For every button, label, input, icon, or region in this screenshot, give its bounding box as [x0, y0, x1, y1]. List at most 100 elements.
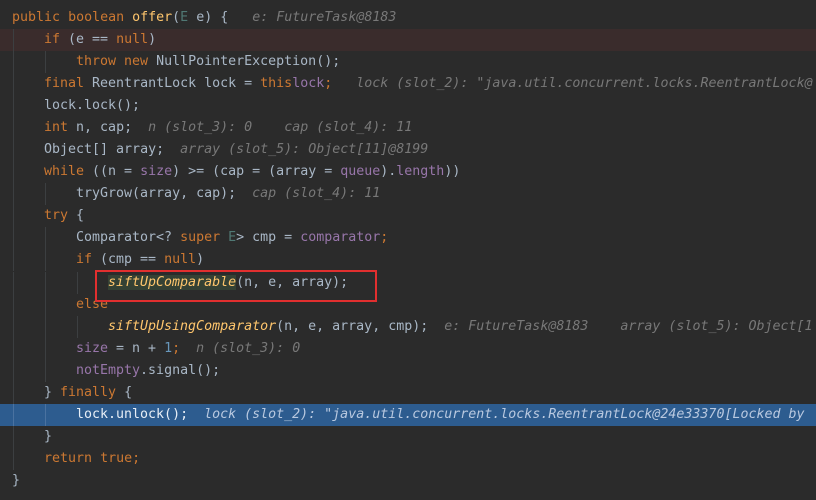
code-text: } — [12, 473, 21, 488]
keyword: final — [44, 76, 85, 91]
keyword: this — [260, 76, 293, 91]
code-line-18[interactable]: } finally { — [0, 382, 816, 404]
code-line-12[interactable]: if (cmp == null) — [0, 249, 816, 271]
indent-guide — [13, 249, 14, 271]
keyword: throw — [76, 54, 117, 69]
code-text: Comparator<? super E> cmp = comparator; — [76, 227, 388, 249]
code-line-17[interactable]: notEmpty.signal(); — [0, 360, 816, 382]
code-line-20[interactable]: } — [0, 426, 816, 448]
code-text: ). — [380, 164, 397, 179]
method-call[interactable]: siftUpUsingComparator — [108, 319, 276, 334]
code-text: ReentrantLock lock = — [84, 76, 261, 91]
type-param: E — [228, 230, 237, 245]
code-text: (e == — [60, 32, 117, 47]
indent-guide — [13, 316, 14, 338]
keyword: public — [12, 10, 61, 25]
code-text: if (cmp == null) — [76, 249, 204, 271]
indent-guide — [77, 272, 78, 294]
indent-guide — [45, 272, 46, 294]
code-text: lock.unlock(); lock (slot_2): "java.util… — [76, 404, 805, 426]
code-text: ( — [172, 10, 181, 25]
code-text: tryGrow(array, cap); cap (slot_4): 11 — [76, 183, 380, 205]
code-text: } finally { — [44, 382, 132, 404]
code-text: Object[] array; array (slot_5): Object[1… — [44, 139, 428, 161]
indent-guide — [45, 338, 46, 360]
keyword: ; — [132, 451, 141, 466]
code-text: } — [12, 470, 20, 492]
code-text: tryGrow(array, cap); — [76, 186, 237, 201]
keyword: ; — [380, 230, 389, 245]
field-name: length — [396, 164, 445, 179]
field-name: size — [140, 164, 173, 179]
execution-line[interactable]: lock.unlock(); lock (slot_2): "java.util… — [0, 404, 816, 426]
code-text: lock.unlock(); — [76, 407, 189, 422]
code-line-15[interactable]: siftUpUsingComparator(n, e, array, cmp);… — [0, 316, 816, 338]
field-name: lock — [292, 76, 325, 91]
code-line-11[interactable]: Comparator<? super E> cmp = comparator; — [0, 227, 816, 249]
indent-guide — [13, 139, 14, 161]
indent-guide — [45, 183, 46, 205]
inline-value-hint: n (slot_3): 0 — [196, 341, 301, 356]
code-line-22[interactable]: } — [0, 470, 816, 492]
indent-guide — [13, 95, 14, 117]
code-text: size = n + 1; n (slot_3): 0 — [76, 338, 300, 360]
code-line-2[interactable]: if (e == null) — [0, 29, 816, 51]
code-line-7[interactable]: Object[] array; array (slot_5): Object[1… — [0, 139, 816, 161]
keyword: if — [44, 32, 61, 47]
code-text: int n, cap; n (slot_3): 0 cap (slot_4): … — [44, 117, 412, 139]
code-text: lock.lock(); — [44, 95, 140, 117]
indent-guide — [45, 316, 46, 338]
inline-value-hint: array (slot_5): Object[1 — [620, 319, 813, 334]
code-text: final ReentrantLock lock = thislock; loc… — [44, 73, 813, 95]
code-text: siftUpUsingComparator(n, e, array, cmp);… — [108, 316, 813, 338]
code-line-3[interactable]: throw new NullPointerException(); — [0, 51, 816, 73]
code-editor[interactable]: public boolean offer(E e) { e: FutureTas… — [0, 0, 816, 500]
type-param: E — [180, 10, 189, 25]
indent-guide — [77, 316, 78, 338]
indent-guide — [13, 294, 14, 316]
code-line-4[interactable]: final ReentrantLock lock = thislock; loc… — [0, 73, 816, 95]
indent-guide — [13, 205, 14, 227]
code-text: } — [44, 426, 52, 448]
indent-guide — [13, 161, 14, 183]
inline-value-hint: cap (slot_4): 11 — [284, 120, 413, 135]
code-text: > cmp = — [236, 230, 301, 245]
indent-guide — [13, 272, 14, 294]
code-text: public boolean offer(E e) { e: FutureTas… — [12, 7, 396, 29]
indent-guide — [13, 338, 14, 360]
keyword: try — [44, 208, 69, 223]
field-name: queue — [340, 164, 381, 179]
code-line-9[interactable]: tryGrow(array, cap); cap (slot_4): 11 — [0, 183, 816, 205]
keyword: finally — [60, 385, 117, 400]
code-text: (cmp == — [92, 252, 165, 267]
code-line-1[interactable]: public boolean offer(E e) { e: FutureTas… — [0, 7, 816, 29]
indent-guide — [13, 29, 14, 51]
code-line-6[interactable]: int n, cap; n (slot_3): 0 cap (slot_4): … — [0, 117, 816, 139]
indent-guide — [13, 73, 14, 95]
indent-guide — [13, 426, 14, 448]
indent-guide — [13, 117, 14, 139]
code-text: Object[] array; — [44, 142, 165, 157]
keyword: true — [100, 451, 133, 466]
inline-value-hint: n (slot_3): 0 — [148, 120, 253, 135]
code-line-16[interactable]: size = n + 1; n (slot_3): 0 — [0, 338, 816, 360]
code-text: e) { — [188, 10, 229, 25]
code-text: Comparator<? — [76, 230, 181, 245]
keyword: int — [44, 120, 69, 135]
code-line-8[interactable]: while ((n = size) >= (cap = (array = que… — [0, 161, 816, 183]
keyword: ; — [324, 76, 333, 91]
code-text: ) — [148, 32, 157, 47]
indent-guide — [45, 249, 46, 271]
code-text: NullPointerException(); — [148, 54, 341, 69]
code-text: )) — [444, 164, 461, 179]
code-text: if (e == null) — [44, 29, 156, 51]
code-line-21[interactable]: return true; — [0, 448, 816, 470]
code-text: try { — [44, 205, 84, 227]
code-line-5[interactable]: lock.lock(); — [0, 95, 816, 117]
code-line-10[interactable]: try { — [0, 205, 816, 227]
field-name: notEmpty — [76, 363, 141, 378]
indent-guide — [45, 360, 46, 382]
inline-value-hint: e: FutureTask@8183 — [444, 319, 589, 334]
code-text: { — [116, 385, 133, 400]
